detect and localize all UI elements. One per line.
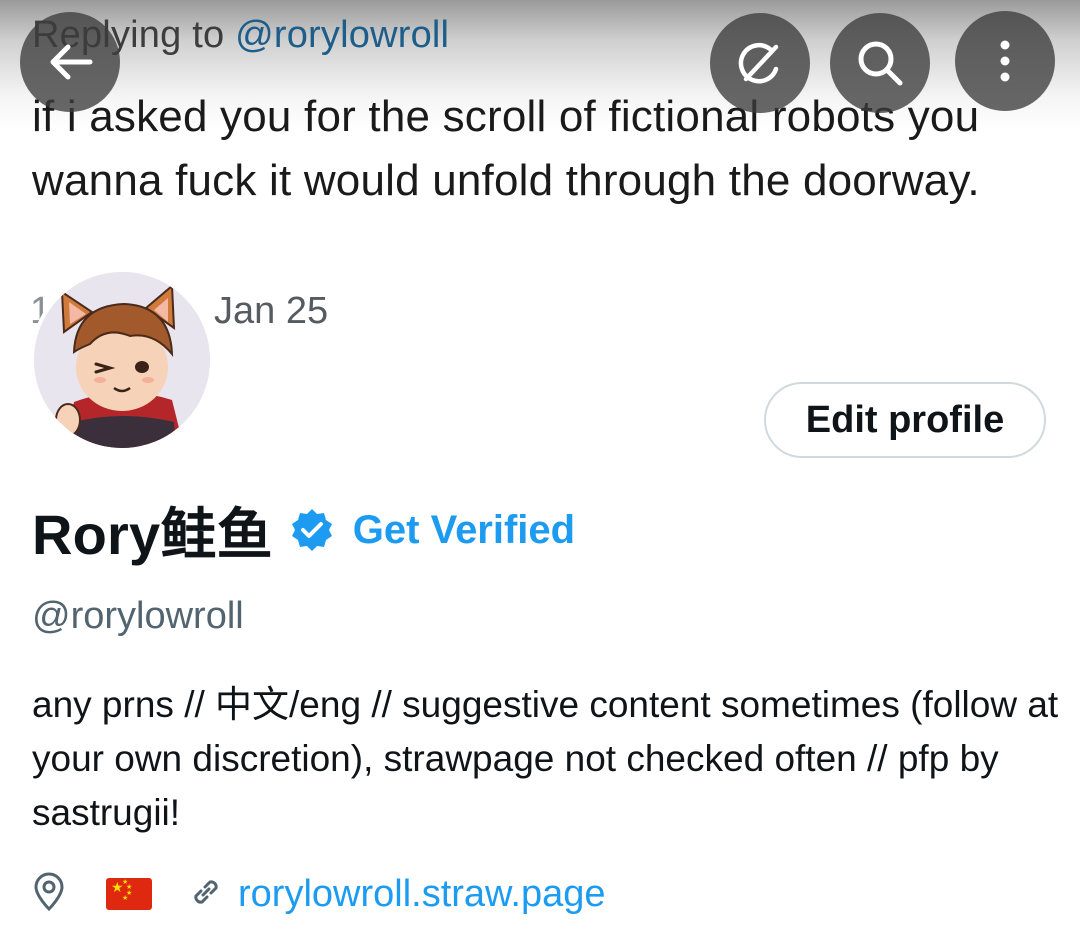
back-button[interactable]	[20, 12, 120, 112]
replying-handle[interactable]: @rorylowroll	[235, 14, 449, 56]
display-name: Rory鲑鱼	[32, 502, 273, 566]
arrow-left-icon	[50, 44, 93, 80]
verified-badge-icon[interactable]	[289, 507, 335, 558]
website-link[interactable]: rorylowroll.straw.page	[238, 873, 605, 916]
tweet-date: Jan 25	[214, 290, 329, 332]
location-pin-icon	[32, 872, 66, 917]
grok-button[interactable]	[710, 13, 810, 113]
link-icon	[188, 874, 224, 915]
get-verified-link[interactable]: Get Verified	[353, 508, 575, 553]
more-vertical-icon	[1000, 40, 1010, 82]
more-options-button[interactable]	[955, 11, 1055, 111]
grok-icon	[738, 43, 779, 84]
profile-meta-row: ★ ★ ★ ★ ★ rorylowroll.straw.page	[32, 866, 605, 922]
avatar[interactable]	[30, 268, 214, 452]
search-button[interactable]	[830, 13, 930, 113]
profile-bio: any prns // 中文/eng // suggestive content…	[32, 684, 1059, 833]
search-icon	[858, 41, 903, 86]
profile-name-row: Rory鲑鱼 Get Verified	[32, 490, 575, 570]
china-flag-icon: ★ ★ ★ ★ ★	[106, 878, 152, 910]
avatar-illustration	[34, 272, 210, 448]
edit-profile-button[interactable]: Edit profile	[764, 382, 1046, 458]
username: @rorylowroll	[32, 595, 244, 637]
